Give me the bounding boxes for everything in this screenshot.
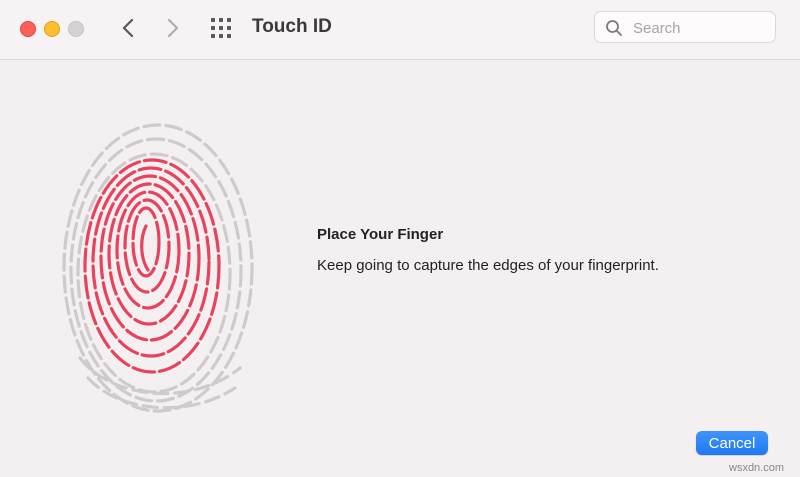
window-title: Touch ID <box>252 16 332 37</box>
fingerprint-icon <box>62 123 254 413</box>
chevron-right-icon <box>167 18 179 38</box>
minimize-window-button[interactable] <box>44 21 60 37</box>
instruction-heading: Place Your Finger <box>317 226 444 243</box>
watermark: wsxdn.com <box>729 462 785 474</box>
forward-button[interactable] <box>162 15 184 41</box>
search-field[interactable] <box>594 11 776 43</box>
close-window-button[interactable] <box>20 21 36 37</box>
zoom-window-button[interactable] <box>68 21 84 37</box>
show-all-button[interactable] <box>210 17 232 39</box>
search-input[interactable] <box>631 17 771 39</box>
grid-icon <box>211 18 231 38</box>
chevron-left-icon <box>122 18 134 38</box>
toolbar: Touch ID <box>0 0 800 60</box>
instruction-message: Keep going to capture the edges of your … <box>317 257 659 274</box>
preferences-window: Touch ID Search Place Your Finger Keep g… <box>0 0 800 477</box>
magnifier-icon <box>606 20 622 36</box>
cancel-button[interactable]: Cancel <box>696 431 768 455</box>
back-button[interactable] <box>117 15 139 41</box>
